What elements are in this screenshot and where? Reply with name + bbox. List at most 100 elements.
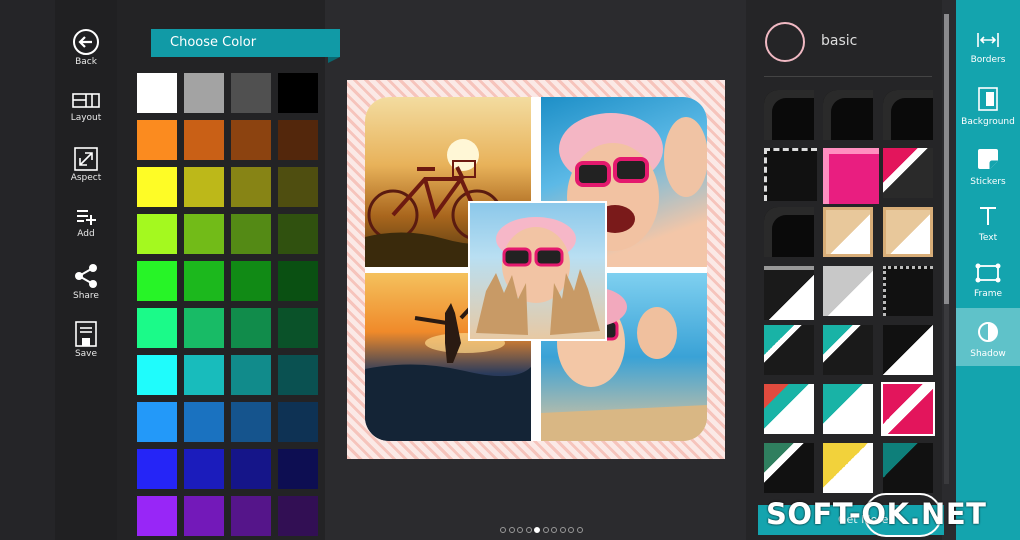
page-dot[interactable] [534, 527, 540, 533]
frame-tile-beige-wood[interactable] [883, 207, 933, 257]
photo-sand-hands[interactable] [468, 201, 607, 341]
background-button[interactable]: Background [956, 86, 1020, 144]
color-swatch[interactable] [137, 167, 177, 207]
page-dot[interactable] [559, 527, 566, 533]
frame-tile-green-stripe[interactable] [764, 443, 814, 493]
color-swatch[interactable] [184, 449, 224, 489]
layout-button[interactable]: Layout [55, 90, 117, 142]
color-swatch[interactable] [184, 496, 224, 536]
color-swatch[interactable] [184, 355, 224, 395]
color-swatch[interactable] [278, 308, 318, 348]
color-swatch[interactable] [184, 308, 224, 348]
page-dot[interactable] [576, 527, 583, 533]
page-dot[interactable] [551, 527, 557, 533]
color-swatch[interactable] [137, 73, 177, 113]
style-preview-circle[interactable] [765, 22, 805, 62]
frame-tile-teal-stripe[interactable] [823, 325, 873, 375]
page-dot[interactable] [525, 527, 532, 533]
color-swatch[interactable] [278, 402, 318, 442]
frame-tile-yellow-stripe[interactable] [823, 443, 873, 493]
color-swatch[interactable] [231, 402, 271, 442]
choose-color-header: Choose Color [151, 29, 340, 63]
frame-tile-teal-white-stripe[interactable] [823, 384, 873, 434]
color-swatch[interactable] [231, 120, 271, 160]
frame-tile-teal-stripe[interactable] [764, 325, 814, 375]
color-swatch[interactable] [278, 214, 318, 254]
text-button[interactable]: Text [956, 204, 1020, 262]
color-swatch[interactable] [231, 73, 271, 113]
color-swatch[interactable] [278, 73, 318, 113]
frame-tile-black-square[interactable] [883, 325, 933, 375]
color-swatch[interactable] [278, 496, 318, 536]
frame-tile-black-metal[interactable] [764, 266, 814, 320]
frame-tile-black-rounded[interactable] [883, 90, 933, 140]
frame-tile-teal-red-stripe[interactable] [764, 384, 814, 434]
color-swatch[interactable] [184, 120, 224, 160]
text-icon [980, 207, 996, 225]
layout-icon [72, 93, 100, 108]
save-button[interactable]: Save [55, 320, 117, 372]
frame-tile-pink-white-selected[interactable] [881, 382, 935, 436]
borders-button[interactable]: Borders [956, 30, 1020, 88]
frame-tile-black-rounded[interactable] [764, 207, 814, 257]
shadow-button[interactable]: Shadow [956, 308, 1020, 366]
color-swatch[interactable] [184, 261, 224, 301]
color-swatch[interactable] [278, 355, 318, 395]
color-swatch[interactable] [231, 214, 271, 254]
color-swatch[interactable] [137, 402, 177, 442]
add-label: Add [77, 229, 95, 239]
color-swatch[interactable] [137, 214, 177, 254]
color-swatch[interactable] [231, 167, 271, 207]
left-nav: Back Layout Aspect Add Share Save [55, 0, 117, 540]
frame-tile-black-stitched[interactable] [764, 148, 817, 201]
borders-label: Borders [970, 55, 1006, 65]
color-swatch[interactable] [278, 120, 318, 160]
aspect-label: Aspect [70, 173, 102, 183]
frame-tile-black-rounded[interactable] [764, 90, 814, 140]
color-swatch[interactable] [137, 308, 177, 348]
back-button[interactable]: Back [55, 28, 117, 80]
collage-canvas[interactable] [347, 80, 725, 459]
add-button[interactable]: Add [55, 206, 117, 258]
color-swatch[interactable] [184, 402, 224, 442]
page-dot[interactable] [568, 527, 574, 533]
page-dot[interactable] [542, 527, 549, 533]
color-swatch[interactable] [231, 496, 271, 536]
frame-tile-pink-lace[interactable] [823, 148, 879, 204]
color-swatch[interactable] [137, 261, 177, 301]
aspect-button[interactable]: Aspect [55, 146, 117, 198]
page-dot[interactable] [517, 527, 523, 533]
color-swatch[interactable] [137, 449, 177, 489]
color-swatch[interactable] [231, 355, 271, 395]
frame-tile-pink-stripe[interactable] [883, 148, 933, 198]
page-dot[interactable] [508, 527, 515, 533]
hands-illustration [476, 217, 600, 335]
text-label: Text [978, 233, 998, 243]
frame-tile-beige-wood[interactable] [823, 207, 873, 257]
color-swatch[interactable] [137, 355, 177, 395]
aspect-icon [74, 147, 98, 171]
color-swatch[interactable] [184, 73, 224, 113]
share-label: Share [73, 291, 99, 301]
right-toolbar: Borders Background Stickers Text Frame S… [956, 0, 1020, 540]
style-label: basic [821, 33, 858, 49]
frame-scroll-thumb[interactable] [944, 14, 949, 304]
color-swatch[interactable] [137, 120, 177, 160]
color-swatch[interactable] [137, 496, 177, 536]
frame-tile-teal-dark-stripe[interactable] [883, 443, 933, 493]
page-dot[interactable] [500, 527, 506, 533]
stickers-button[interactable]: Stickers [956, 146, 1020, 204]
left-edge [0, 0, 55, 540]
color-swatch[interactable] [231, 261, 271, 301]
frame-tile-black-dotted[interactable] [883, 266, 933, 316]
color-swatch[interactable] [184, 214, 224, 254]
color-swatch[interactable] [231, 449, 271, 489]
frame-tile-black-rounded[interactable] [823, 90, 873, 140]
color-swatch[interactable] [278, 449, 318, 489]
color-swatch[interactable] [231, 308, 271, 348]
color-swatch[interactable] [278, 167, 318, 207]
color-swatch[interactable] [184, 167, 224, 207]
color-swatch[interactable] [278, 261, 318, 301]
share-button[interactable]: Share [55, 262, 117, 314]
frame-tile-silver-metal[interactable] [823, 266, 873, 316]
